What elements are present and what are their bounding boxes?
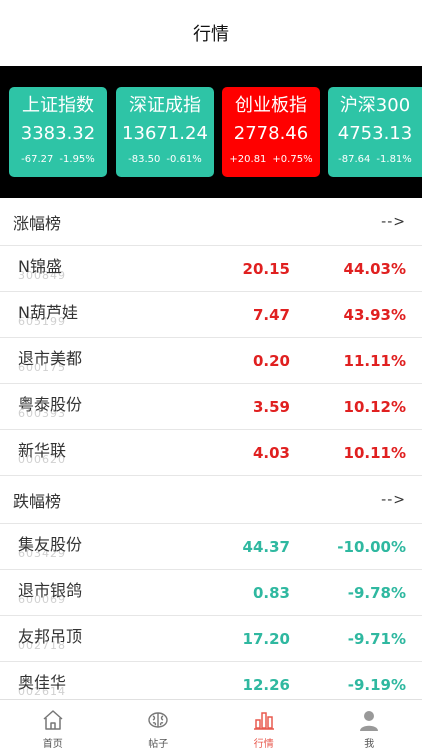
- gainers-title: 涨幅榜: [13, 210, 61, 234]
- index-card-shanghai[interactable]: 上证指数 3383.32 -67.27 -1.95%: [9, 87, 107, 177]
- stock-price: 4.03: [220, 444, 290, 462]
- stock-name: 奥佳华: [18, 669, 66, 693]
- tab-posts[interactable]: 帖子: [106, 700, 212, 751]
- stock-price: 44.37: [220, 538, 290, 556]
- stock-price: 17.20: [220, 630, 290, 648]
- tab-home[interactable]: 首页: [0, 700, 106, 751]
- tab-me[interactable]: 我: [317, 700, 422, 751]
- index-change: -83.50: [128, 154, 160, 165]
- tab-label: 首页: [43, 735, 63, 750]
- brain-icon: [146, 708, 170, 732]
- page-title: 行情: [0, 0, 422, 66]
- index-change: -87.64: [338, 154, 370, 165]
- home-icon: [41, 708, 65, 732]
- index-value: 2778.46: [222, 121, 320, 147]
- index-card-csi300[interactable]: 沪深300 4753.13 -87.64 -1.81%: [328, 87, 422, 177]
- index-value: 4753.13: [328, 121, 422, 147]
- stock-percent: 10.11%: [316, 444, 406, 462]
- index-name: 创业板指: [222, 93, 320, 119]
- stock-price: 12.26: [220, 676, 290, 694]
- index-name: 深证成指: [116, 93, 214, 119]
- losers-header: 跌幅榜 -->: [0, 476, 422, 524]
- stock-name: 粤泰股份: [18, 391, 82, 415]
- stock-percent: 10.12%: [316, 398, 406, 416]
- losers-title: 跌幅榜: [13, 488, 61, 512]
- index-percent: -0.61%: [166, 154, 201, 165]
- stock-price: 3.59: [220, 398, 290, 416]
- stock-name: N葫芦娃: [18, 299, 78, 323]
- stock-name: 退市银鸽: [18, 577, 82, 601]
- gainers-header: 涨幅榜 -->: [0, 198, 422, 246]
- index-value: 13671.24: [116, 121, 214, 147]
- stock-name: 退市美都: [18, 345, 82, 369]
- tab-label: 帖子: [148, 735, 168, 750]
- gainer-row[interactable]: 605199 N葫芦娃 7.47 43.93%: [0, 292, 422, 338]
- stock-name: N锦盛: [18, 253, 62, 277]
- gainer-row[interactable]: 600393 粤泰股份 3.59 10.12%: [0, 384, 422, 430]
- index-percent: +0.75%: [272, 154, 312, 165]
- loser-row[interactable]: 002614 奥佳华 12.26 -9.19%: [0, 662, 422, 699]
- stock-price: 0.20: [220, 352, 290, 370]
- tab-label: 行情: [254, 735, 274, 750]
- stock-percent: 44.03%: [316, 260, 406, 278]
- user-icon: [357, 708, 381, 732]
- stock-percent: -9.19%: [316, 676, 406, 694]
- stock-percent: -10.00%: [316, 538, 406, 556]
- index-percent: -1.81%: [376, 154, 411, 165]
- index-name: 上证指数: [9, 93, 107, 119]
- index-card-chinext[interactable]: 创业板指 2778.46 +20.81 +0.75%: [222, 87, 320, 177]
- stock-price: 7.47: [220, 306, 290, 324]
- stock-percent: 43.93%: [316, 306, 406, 324]
- gainer-row[interactable]: 300849 N锦盛 20.15 44.03%: [0, 246, 422, 292]
- index-value: 3383.32: [9, 121, 107, 147]
- page-title-text: 行情: [193, 20, 229, 46]
- stock-price: 0.83: [220, 584, 290, 602]
- index-change: +20.81: [229, 154, 266, 165]
- loser-row[interactable]: 603429 集友股份 44.37 -10.00%: [0, 524, 422, 570]
- stock-name: 集友股份: [18, 531, 82, 555]
- stock-percent: -9.71%: [316, 630, 406, 648]
- index-strip: 上证指数 3383.32 -67.27 -1.95% 深证成指 13671.24 …: [0, 66, 422, 198]
- tab-market[interactable]: 行情: [211, 700, 317, 751]
- gainer-row[interactable]: 000620 新华联 4.03 10.11%: [0, 430, 422, 476]
- gainer-row[interactable]: 600175 退市美都 0.20 11.11%: [0, 338, 422, 384]
- losers-more-link[interactable]: -->: [381, 492, 406, 508]
- index-percent: -1.95%: [59, 154, 94, 165]
- tab-label: 我: [364, 735, 374, 750]
- bar-chart-icon: [252, 708, 276, 732]
- index-change: -67.27: [21, 154, 53, 165]
- gainers-more-link[interactable]: -->: [381, 214, 406, 230]
- stock-percent: 11.11%: [316, 352, 406, 370]
- loser-row[interactable]: 600069 退市银鸽 0.83 -9.78%: [0, 570, 422, 616]
- tab-bar: 首页 帖子 行情 我: [0, 699, 422, 751]
- stock-name: 友邦吊顶: [18, 623, 82, 647]
- stock-price: 20.15: [220, 260, 290, 278]
- stock-name: 新华联: [18, 437, 66, 461]
- stock-percent: -9.78%: [316, 584, 406, 602]
- index-card-shenzhen[interactable]: 深证成指 13671.24 -83.50 -0.61%: [116, 87, 214, 177]
- index-name: 沪深300: [328, 93, 422, 119]
- loser-row[interactable]: 002718 友邦吊顶 17.20 -9.71%: [0, 616, 422, 662]
